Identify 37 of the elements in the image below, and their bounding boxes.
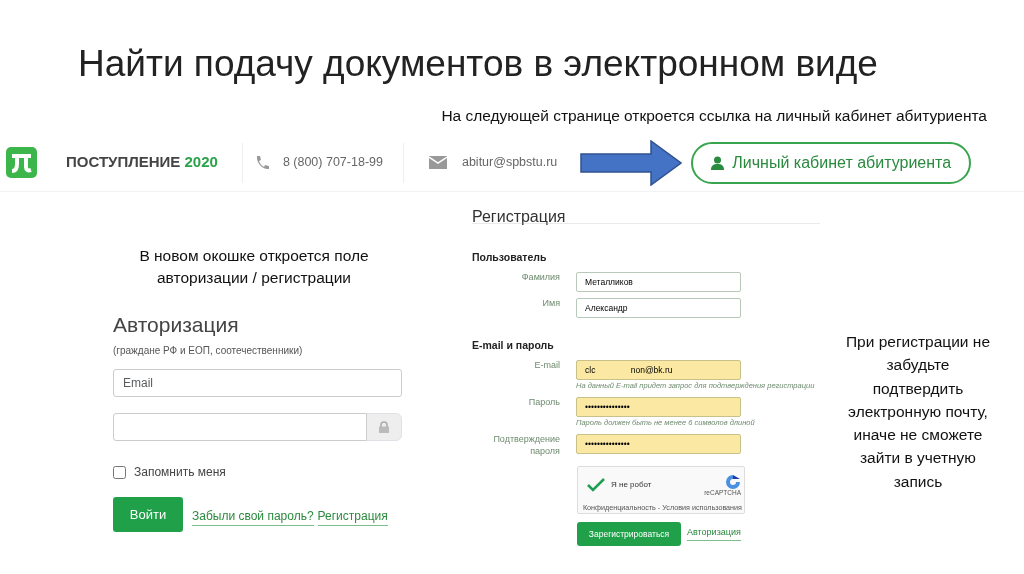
caption: При регистрации не забудьте подтвердить электронную почту, иначе не сможете зайти в учетную запись <box>844 332 992 492</box>
field-label: Пароль <box>527 396 560 409</box>
field-label: Фамилия <box>520 271 560 284</box>
link[interactable]: Авторизация <box>687 526 741 541</box>
checkbox-label: Запомнить меня <box>134 464 226 481</box>
user-icon <box>711 155 725 170</box>
recaptcha-icon <box>725 474 741 491</box>
captcha-label: Я не робот <box>611 479 652 492</box>
caption: На следующей странице откроется ссылка на личный кабинет абитуриента <box>441 106 987 126</box>
caption: В новом окошке откроется поле авторизации / регистрации <box>138 246 370 289</box>
email-field[interactable]: Email <box>113 369 402 397</box>
password-field[interactable] <box>113 413 402 441</box>
field-label: Имя <box>541 297 560 310</box>
input-field[interactable]: ••••••••••••••• <box>576 434 741 454</box>
logo-icon <box>6 147 37 178</box>
input-field[interactable]: ••••••••••••••• <box>576 396 741 417</box>
field-label: Подтверждение пароля <box>492 434 560 458</box>
section-heading: Пользователь <box>472 250 548 265</box>
brand-name: ПОСТУПЛЕНИЕ 2020 <box>66 152 218 173</box>
cabinet-button[interactable]: Личный кабинет абитуриента <box>691 141 972 184</box>
input-field[interactable]: Александр <box>576 297 741 318</box>
slide-title: Найти подачу документов в электронном виде <box>78 42 878 86</box>
input-field[interactable]: clc non@bk.ru <box>576 359 741 380</box>
form-subtitle: (граждане РФ и ЕОП, соотечественники) <box>113 344 303 358</box>
section-heading: E-mail и пароль <box>472 337 555 353</box>
mail-icon <box>428 156 447 169</box>
form-title: Регистрация <box>472 207 566 227</box>
lock-icon <box>379 421 389 433</box>
phone-icon <box>254 154 269 171</box>
email-address: abitur@spbstu.ru <box>461 154 558 172</box>
form-title: Авторизация <box>113 312 239 338</box>
link[interactable]: Регистрация <box>317 507 388 526</box>
phone-number: 8 (800) 707-18-99 <box>282 154 383 172</box>
link[interactable]: Забыли свой пароль? <box>192 507 314 526</box>
remember-checkbox[interactable] <box>113 465 126 479</box>
field-label: E-mail <box>533 359 560 372</box>
input-field[interactable]: Металликов <box>576 271 741 292</box>
